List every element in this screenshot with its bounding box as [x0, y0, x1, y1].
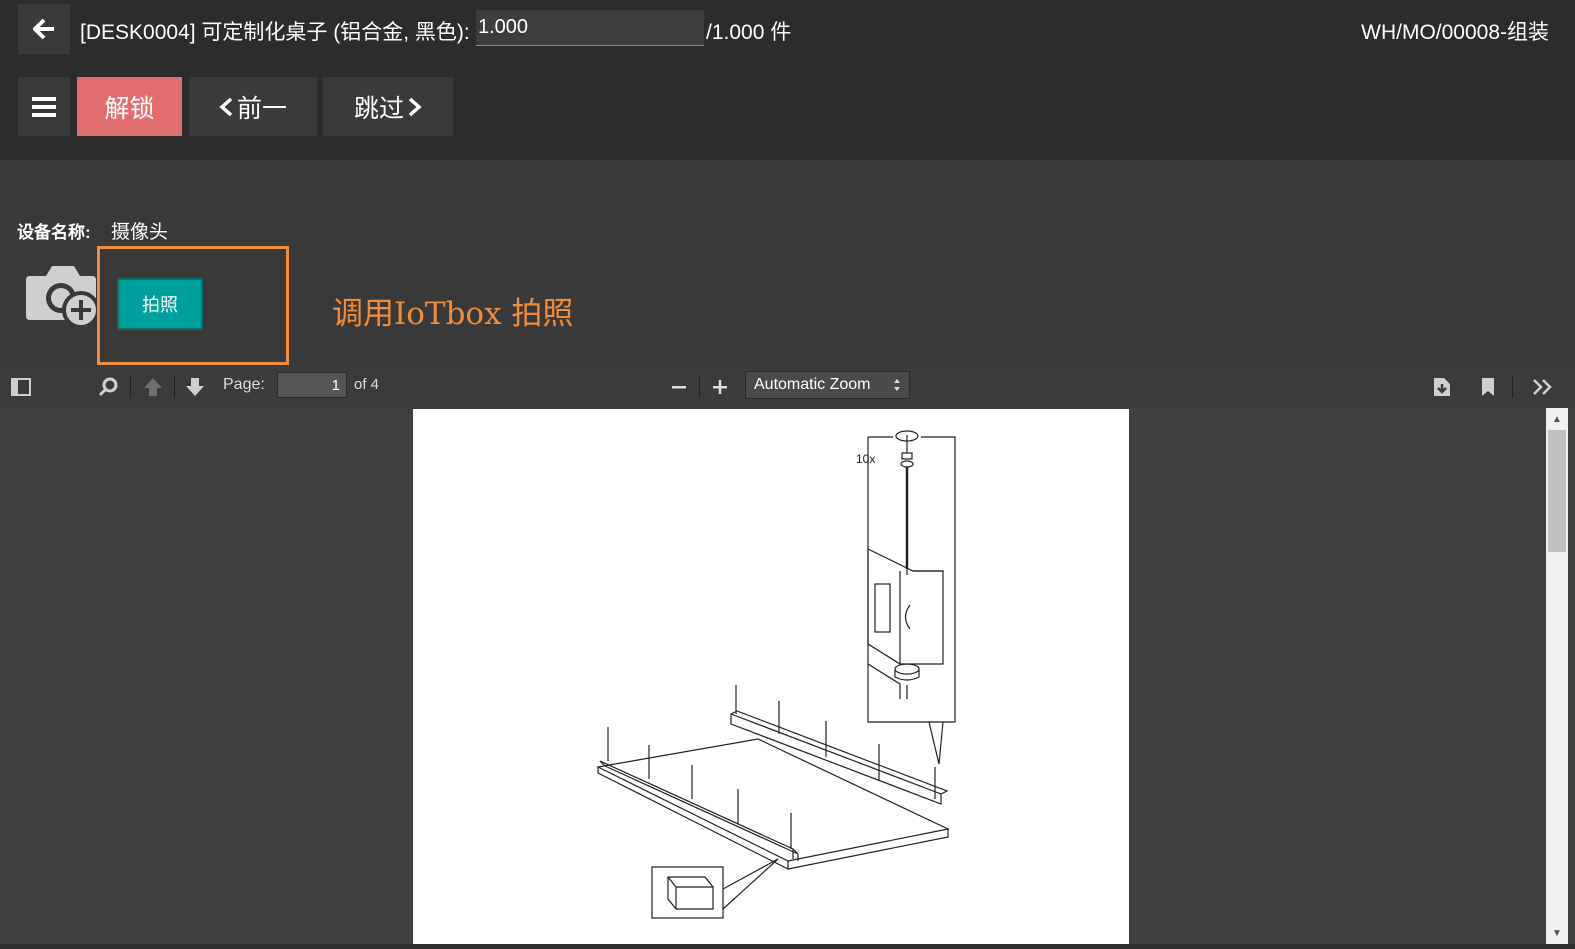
- zoom-select-value: Automatic Zoom: [754, 376, 871, 393]
- previous-button[interactable]: 前一: [189, 77, 317, 136]
- zoom-out-button[interactable]: [666, 374, 692, 400]
- updown-caret-icon: [894, 379, 900, 391]
- toolbar-separator: [699, 376, 700, 398]
- double-chevron-right-icon: [1533, 379, 1552, 395]
- product-title: [DESK0004] 可定制化桌子 (铝合金, 黑色):: [80, 21, 470, 44]
- page-label: Page:: [223, 376, 265, 393]
- back-button[interactable]: [18, 4, 70, 54]
- scroll-down-arrow-icon[interactable]: ▼: [1546, 924, 1568, 942]
- toolbar-separator: [1512, 376, 1513, 398]
- camera-add-icon: [26, 266, 100, 329]
- next-page-button[interactable]: [182, 374, 208, 400]
- chevron-left-icon: [219, 97, 233, 116]
- search-icon: [98, 377, 118, 397]
- pdf-page: 10x: [413, 409, 1129, 944]
- download-icon: [1434, 378, 1450, 396]
- chevron-right-icon: [408, 97, 422, 116]
- quantity-total: /1.000 件: [706, 21, 792, 44]
- mo-reference: WH/MO/00008-组装: [1361, 21, 1549, 44]
- sidebar-toggle-icon: [11, 378, 31, 396]
- device-name-value: 摄像头: [111, 222, 169, 243]
- plus-icon: [713, 380, 727, 394]
- bookmark-icon: [1482, 378, 1494, 396]
- quantity-input[interactable]: [476, 10, 704, 46]
- previous-page-button[interactable]: [140, 374, 166, 400]
- tools-button[interactable]: [1530, 374, 1556, 400]
- page-count: of 4: [354, 376, 380, 393]
- assembly-drawing: 10x: [596, 430, 956, 919]
- zoom-in-button[interactable]: [707, 374, 733, 400]
- bookmark-button[interactable]: [1475, 374, 1501, 400]
- download-button[interactable]: [1429, 374, 1455, 400]
- zoom-select[interactable]: Automatic Zoom: [745, 371, 910, 399]
- annotation-text: 调用IoTbox 拍照: [332, 296, 574, 332]
- scroll-up-arrow-icon[interactable]: ▲: [1546, 410, 1568, 428]
- skip-button[interactable]: 跳过: [323, 77, 453, 136]
- skip-label: 跳过: [353, 94, 404, 123]
- take-photo-button[interactable]: 拍照: [117, 278, 203, 330]
- quantity-callout: 10x: [856, 452, 875, 466]
- arrow-left-icon: [33, 18, 54, 40]
- take-photo-label: 拍照: [142, 295, 178, 315]
- arrow-up-icon: [144, 378, 162, 396]
- hamburger-icon: [32, 96, 56, 117]
- unlock-button[interactable]: 解锁: [77, 77, 182, 136]
- scrollbar-thumb[interactable]: [1548, 430, 1566, 552]
- toolbar-separator: [174, 376, 175, 398]
- find-button[interactable]: [95, 374, 121, 400]
- sidebar-toggle-button[interactable]: [8, 374, 34, 400]
- menu-button[interactable]: [18, 77, 70, 136]
- unlock-label: 解锁: [104, 94, 155, 123]
- arrow-down-icon: [186, 378, 204, 396]
- toolbar-separator: [130, 376, 131, 398]
- device-name-label: 设备名称:: [17, 223, 91, 242]
- page-number-input[interactable]: [277, 372, 347, 398]
- minus-icon: [672, 386, 686, 389]
- previous-label: 前一: [236, 94, 287, 123]
